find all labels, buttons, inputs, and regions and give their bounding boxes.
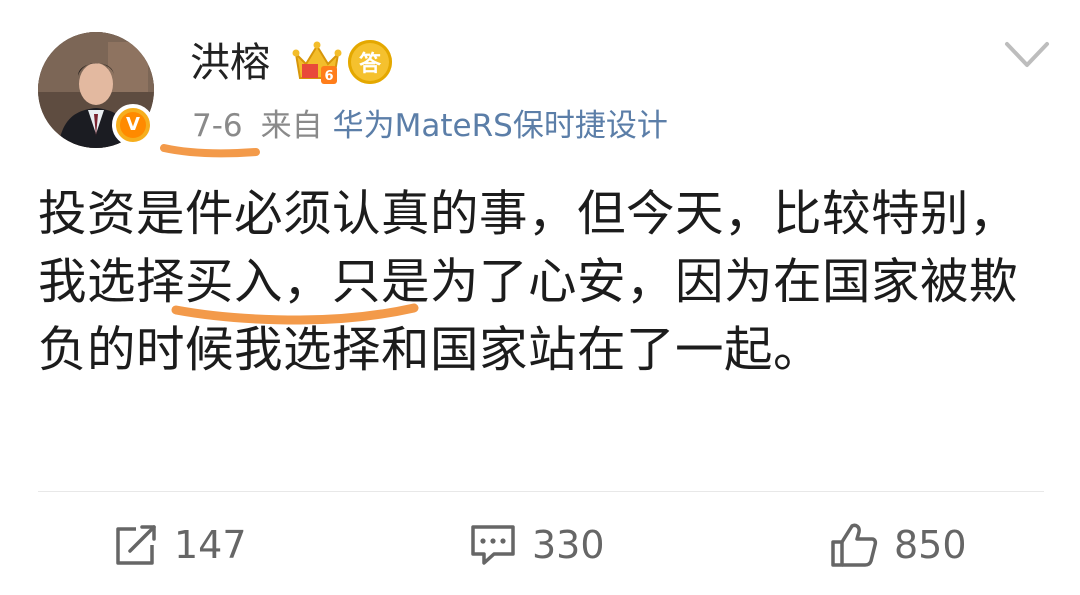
post-content: 投资是件必须认真的事，但今天，比较特别，我选择买入，只是为了心安，因为在国家被欺… <box>38 186 1019 378</box>
like-icon <box>831 523 878 567</box>
post-meta: 7-6 来自 华为MateRS保时捷设计 <box>192 104 668 148</box>
verified-mark: V <box>120 112 146 138</box>
chevron-down-icon[interactable] <box>1004 40 1050 70</box>
level-number: 6 <box>324 69 333 84</box>
repost-icon <box>116 525 156 565</box>
divider <box>38 491 1044 492</box>
repost-count: 147 <box>174 523 247 567</box>
answer-badge-label: 答 <box>358 52 381 77</box>
comment-count: 330 <box>532 523 605 567</box>
verified-icon: V <box>112 104 154 146</box>
post-time: 7-6 <box>192 108 243 144</box>
crown-level-icon[interactable]: 6 <box>292 40 342 86</box>
time-underline-annotation <box>160 144 260 158</box>
comment-button[interactable]: 330 <box>470 520 605 570</box>
like-count: 850 <box>894 523 967 567</box>
comment-icon <box>471 525 515 565</box>
answer-badge-icon[interactable]: 答 <box>348 40 392 84</box>
repost-button[interactable]: 147 <box>112 520 247 570</box>
buy-underline-annotation <box>171 303 419 325</box>
username[interactable]: 洪榕 <box>190 36 270 90</box>
post-source-link[interactable]: 华为MateRS保时捷设计 <box>333 108 668 144</box>
from-label: 来自 <box>260 108 323 144</box>
like-button[interactable]: 850 <box>830 520 967 570</box>
